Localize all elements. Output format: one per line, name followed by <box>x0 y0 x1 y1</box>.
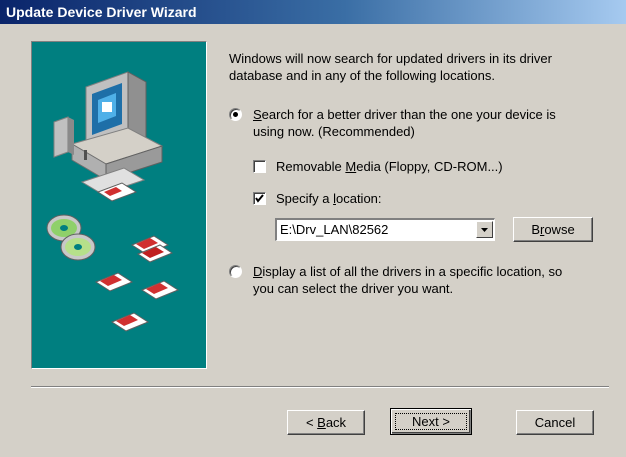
specify-location-checkbox[interactable] <box>253 192 266 205</box>
checkmark-icon <box>255 194 264 203</box>
search-better-driver-radio[interactable] <box>229 108 242 121</box>
back-button[interactable]: < Back <box>287 410 365 435</box>
intro-text: Windows will now search for updated driv… <box>229 51 552 83</box>
location-combobox[interactable]: E:\Drv_LAN\82562 <box>275 218 495 241</box>
search-better-driver-label[interactable]: Search for a better driver than the one … <box>253 106 556 140</box>
display-driver-list-radio[interactable] <box>229 265 242 278</box>
computer-icon <box>53 71 164 195</box>
display-driver-list-label[interactable]: Display a list of all the drivers in a s… <box>253 263 562 297</box>
wizard-window: Update Device Driver Wizard Windows will… <box>0 0 626 457</box>
cd-icon <box>46 214 96 261</box>
removable-media-checkbox[interactable] <box>253 160 266 173</box>
next-button-label: Next > <box>395 413 467 430</box>
removable-media-label[interactable]: Removable Media (Floppy, CD-ROM...) <box>276 158 503 175</box>
next-button[interactable]: Next > <box>390 408 472 435</box>
browse-button[interactable]: Browse <box>513 217 593 242</box>
computer-illustration <box>46 71 180 332</box>
title-bar[interactable]: Update Device Driver Wizard <box>0 0 626 24</box>
window-title: Update Device Driver Wizard <box>6 4 197 20</box>
separator <box>31 386 609 388</box>
specify-location-label[interactable]: Specify a location: <box>276 190 382 207</box>
location-value[interactable]: E:\Drv_LAN\82562 <box>280 222 388 237</box>
radio-selected-dot <box>233 112 238 117</box>
dropdown-arrow-icon <box>481 228 488 232</box>
cancel-button[interactable]: Cancel <box>516 410 594 435</box>
floppy-disk-icon <box>94 235 180 332</box>
wizard-illustration <box>31 41 207 369</box>
dropdown-button[interactable] <box>476 221 493 238</box>
